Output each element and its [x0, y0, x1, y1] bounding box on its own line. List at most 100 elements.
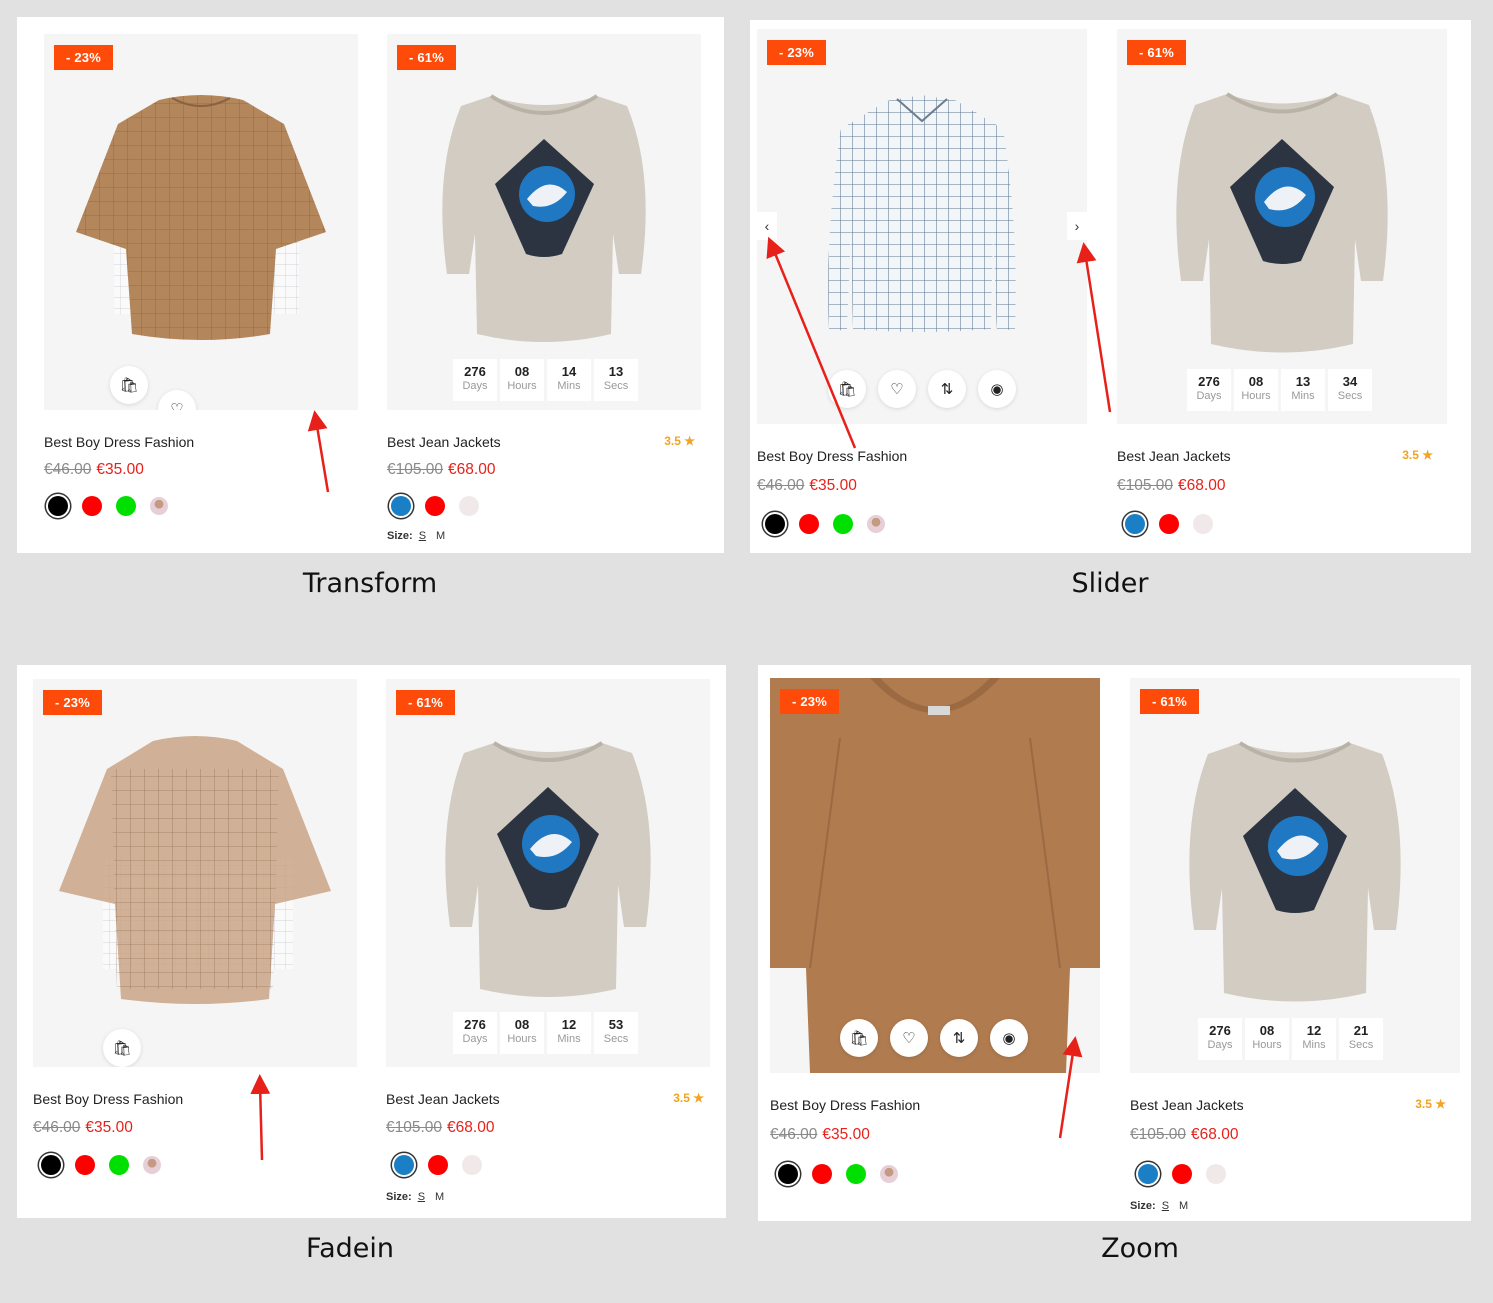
- sale-price: €68.00: [1191, 1126, 1239, 1143]
- product-image[interactable]: - 23% 🛍 ♡: [44, 34, 358, 410]
- checked-shirt-image: [828, 95, 1016, 332]
- shopping-bag-icon: 🛍: [119, 377, 139, 394]
- size-s[interactable]: S: [1162, 1200, 1169, 1212]
- product-title[interactable]: Best Jean Jackets: [1117, 448, 1231, 464]
- swatch-black[interactable]: [765, 514, 785, 534]
- swatch-red[interactable]: [812, 1164, 832, 1184]
- old-price: €46.00: [770, 1126, 818, 1143]
- quickview-button[interactable]: ◉: [978, 370, 1016, 408]
- swatch-blue[interactable]: [391, 496, 411, 516]
- caption-zoom: Zoom: [1101, 1233, 1179, 1264]
- product-title[interactable]: Best Boy Dress Fashion: [770, 1097, 920, 1113]
- product-image[interactable]: - 61% 276 Days 08 Hours 12 Mins 53 Secs: [386, 679, 710, 1067]
- color-swatches: [48, 496, 168, 516]
- swatch-red[interactable]: [799, 514, 819, 534]
- compare-button[interactable]: ⇅: [940, 1019, 978, 1057]
- countdown-mins: 13 Mins: [1281, 369, 1325, 411]
- product-image[interactable]: - 61% 276 Days 08 Hours 14 Mins 13 Secs: [387, 34, 701, 410]
- product-image[interactable]: - 23% ‹ › 🛍 ♡ ⇅ ◉: [757, 29, 1087, 424]
- swatch-green[interactable]: [833, 514, 853, 534]
- swatch-blue[interactable]: [1125, 514, 1145, 534]
- product-title[interactable]: Best Boy Dress Fashion: [44, 434, 194, 450]
- product-card-boy-dress[interactable]: - 23% 🛍 Best Boy Dress Fashion €46.00 €35…: [33, 679, 357, 1218]
- size-s[interactable]: S: [418, 1191, 425, 1203]
- swatch-image[interactable]: [867, 515, 885, 533]
- swatch-image[interactable]: [143, 1156, 161, 1174]
- swatch-light[interactable]: [459, 496, 479, 516]
- add-to-cart-button[interactable]: 🛍: [840, 1019, 878, 1057]
- swatch-black[interactable]: [778, 1164, 798, 1184]
- swatch-red[interactable]: [425, 496, 445, 516]
- sweatshirt-image: [442, 94, 646, 342]
- quickview-button[interactable]: ◉: [990, 1019, 1028, 1057]
- product-card-boy-dress[interactable]: - 23% 🛍 ♡ ⇅ ◉ Best Boy Dress Fashion €46…: [770, 678, 1100, 1221]
- swatch-black[interactable]: [48, 496, 68, 516]
- swatch-red[interactable]: [82, 496, 102, 516]
- product-image[interactable]: - 61% 276 Days 08 Hours 12 Mins 21 Secs: [1130, 678, 1460, 1073]
- swatch-image[interactable]: [150, 497, 168, 515]
- swatch-black[interactable]: [41, 1155, 61, 1175]
- product-card-boy-dress[interactable]: - 23% ‹ › 🛍 ♡ ⇅ ◉ Best Boy Dress Fashion…: [757, 29, 1087, 553]
- swatch-red[interactable]: [75, 1155, 95, 1175]
- swatch-image[interactable]: [880, 1165, 898, 1183]
- countdown-timer: 276 Days 08 Hours 12 Mins 53 Secs: [453, 1012, 638, 1054]
- swatch-green[interactable]: [109, 1155, 129, 1175]
- product-card-jean-jackets[interactable]: - 61% 276 Days 08 Hours 12 Mins 53 Secs Best…: [386, 679, 710, 1218]
- swatch-light[interactable]: [462, 1155, 482, 1175]
- product-image[interactable]: - 61% 276 Days 08 Hours 13 Mins 34 Secs: [1117, 29, 1447, 424]
- caption-slider: Slider: [1071, 568, 1149, 599]
- color-swatches: [765, 514, 885, 534]
- product-title[interactable]: Best Boy Dress Fashion: [757, 448, 907, 464]
- size-m[interactable]: M: [1179, 1200, 1188, 1212]
- size-m[interactable]: M: [436, 530, 445, 542]
- product-card-boy-dress[interactable]: - 23% 🛍 ♡ Best Boy Dress Fashion €46.00 €…: [44, 34, 358, 553]
- sale-price: €35.00: [96, 461, 144, 478]
- slider-prev-button[interactable]: ‹: [757, 212, 777, 240]
- add-to-cart-button[interactable]: 🛍: [110, 366, 148, 404]
- countdown-secs: 13 Secs: [594, 359, 638, 401]
- product-image[interactable]: - 23% 🛍 ♡ ⇅ ◉: [770, 678, 1100, 1073]
- product-card-jean-jackets[interactable]: - 61% 276 Days 08 Hours 14 Mins 13 Secs Best…: [387, 34, 701, 553]
- product-card-jean-jackets[interactable]: - 61% 276 Days 08 Hours 13 Mins 34 Secs Best…: [1117, 29, 1447, 553]
- size-s[interactable]: S: [419, 530, 426, 542]
- swatch-red[interactable]: [428, 1155, 448, 1175]
- swatch-green[interactable]: [846, 1164, 866, 1184]
- compare-button[interactable]: ⇅: [928, 370, 966, 408]
- old-price: €105.00: [386, 1119, 443, 1136]
- sale-price: €35.00: [85, 1119, 133, 1136]
- countdown-days: 276 Days: [453, 1012, 497, 1054]
- wishlist-button[interactable]: ♡: [878, 370, 916, 408]
- swatch-light[interactable]: [1193, 514, 1213, 534]
- sale-price: €35.00: [809, 477, 857, 494]
- countdown-days: 276 Days: [1198, 1018, 1242, 1060]
- swatch-blue[interactable]: [1138, 1164, 1158, 1184]
- countdown-secs: 53 Secs: [594, 1012, 638, 1054]
- slider-next-button[interactable]: ›: [1067, 212, 1087, 240]
- caption-transform: Transform: [302, 568, 438, 599]
- product-card-jean-jackets[interactable]: - 61% 276 Days 08 Hours 12 Mins 21 Secs Best…: [1130, 678, 1460, 1221]
- product-image[interactable]: - 23% 🛍: [33, 679, 357, 1067]
- size-selector: Size: S M: [387, 530, 446, 542]
- add-to-cart-button[interactable]: 🛍: [103, 1029, 141, 1067]
- compare-arrows-icon: ⇅: [952, 1030, 966, 1047]
- swatch-red[interactable]: [1172, 1164, 1192, 1184]
- swatch-red[interactable]: [1159, 514, 1179, 534]
- swatch-light[interactable]: [1206, 1164, 1226, 1184]
- product-title[interactable]: Best Jean Jackets: [386, 1091, 500, 1107]
- swatch-green[interactable]: [116, 496, 136, 516]
- size-m[interactable]: M: [435, 1191, 444, 1203]
- chevron-right-icon: ›: [1074, 218, 1080, 234]
- product-rating: 3.5 ★: [673, 1091, 704, 1105]
- product-title[interactable]: Best Boy Dress Fashion: [33, 1091, 183, 1107]
- sweatshirt-image: [445, 741, 651, 997]
- countdown-hours: 08 Hours: [1245, 1018, 1289, 1060]
- countdown-hours: 08 Hours: [500, 359, 544, 401]
- swatch-blue[interactable]: [394, 1155, 414, 1175]
- heart-icon: ♡: [902, 1030, 916, 1047]
- product-title[interactable]: Best Jean Jackets: [1130, 1097, 1244, 1113]
- eye-icon: ◉: [990, 381, 1004, 398]
- wishlist-button[interactable]: ♡: [890, 1019, 928, 1057]
- color-swatches: [394, 1155, 482, 1175]
- add-to-cart-button[interactable]: 🛍: [828, 370, 866, 408]
- product-title[interactable]: Best Jean Jackets: [387, 434, 501, 450]
